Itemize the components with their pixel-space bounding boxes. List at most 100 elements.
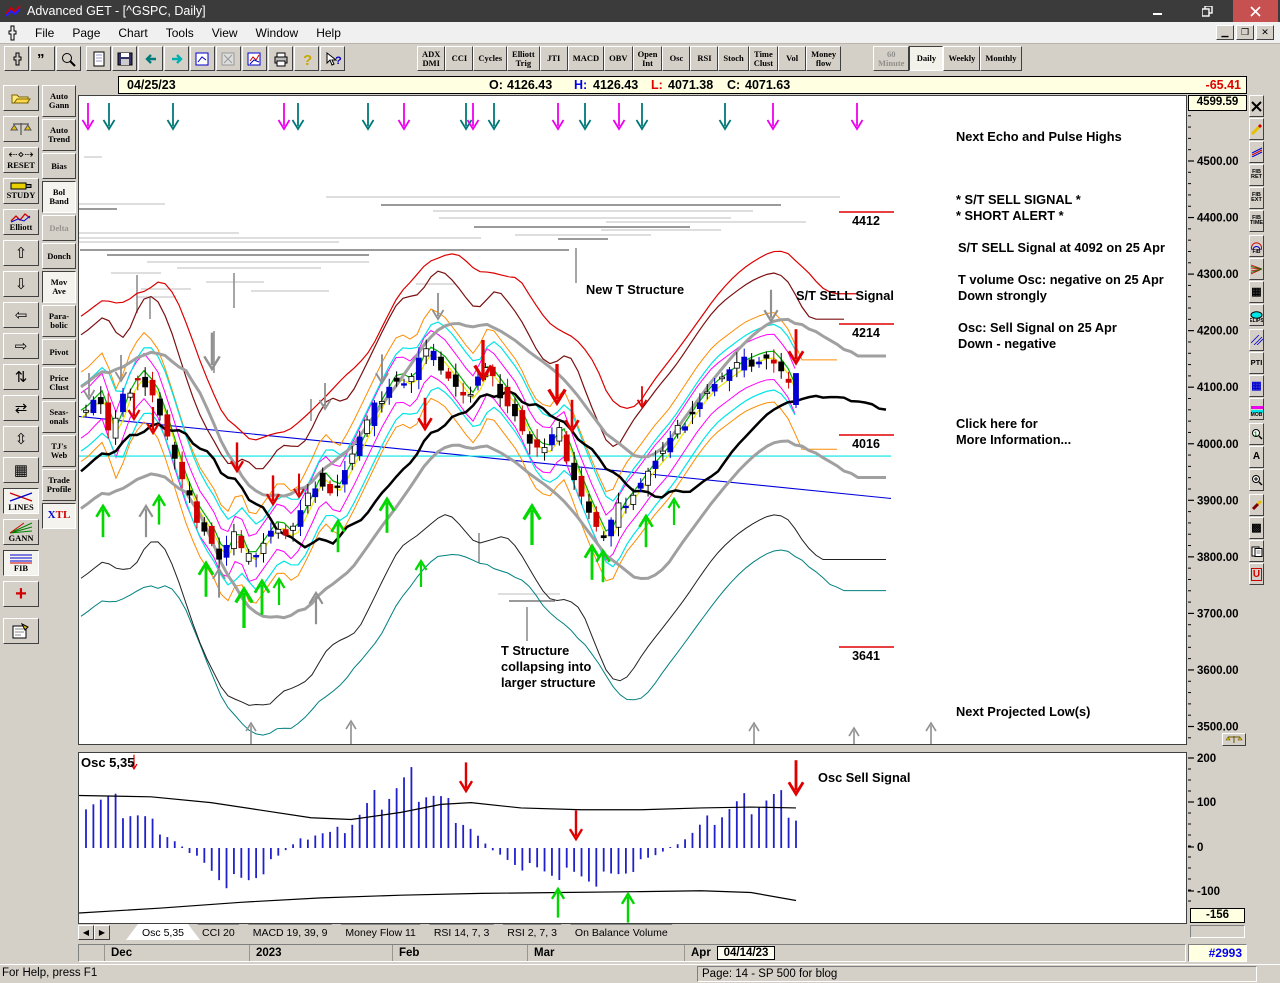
draw-fib-ext-button[interactable]: FIB EXT xyxy=(1249,187,1264,209)
tool-study-button[interactable]: STUDY xyxy=(3,178,39,204)
interval-daily[interactable]: Daily xyxy=(909,46,943,71)
tool-reset-button[interactable]: ⇠⋄⇢RESET xyxy=(3,147,39,173)
tab-rsi-14-7-3[interactable]: RSI 14, 7, 3 xyxy=(418,924,505,940)
oscillator-axis[interactable]: 2001000-100 -156 xyxy=(1188,752,1247,940)
tab-macd-19-39-9[interactable]: MACD 19, 39, 9 xyxy=(237,924,344,940)
tool-lines-button[interactable]: LINES xyxy=(3,488,39,514)
tab-rsi-2-7-3[interactable]: RSI 2, 7, 3 xyxy=(491,924,573,940)
study-money-flow[interactable]: Money flow xyxy=(806,46,841,71)
draw-text-button[interactable]: A xyxy=(1249,446,1264,468)
tool-arrow-right-button[interactable]: ⇨ xyxy=(3,333,39,359)
tab-osc-5-35[interactable]: Osc 5,35 xyxy=(126,924,200,940)
help-button[interactable]: ? xyxy=(294,46,319,71)
draw-brush-button[interactable] xyxy=(1249,494,1264,516)
main-chart[interactable]: 4412421440163641Next Echo and Pulse High… xyxy=(78,95,1187,745)
study-pivot[interactable]: Pivot xyxy=(42,339,76,365)
chart-sw-button[interactable] xyxy=(242,46,267,71)
interval-60-minute[interactable]: 60 Minute xyxy=(873,46,909,71)
interval-monthly[interactable]: Monthly xyxy=(980,46,1021,71)
child-restore-button[interactable]: ❒ xyxy=(1236,25,1254,40)
tab-scroll-left[interactable]: ◀ xyxy=(78,925,94,940)
draw-fan-button[interactable] xyxy=(1249,258,1264,280)
date-axis-boxed-date[interactable]: 04/14/23 xyxy=(717,946,775,960)
quotes-button[interactable]: ” xyxy=(30,46,55,71)
menu-page[interactable]: Page xyxy=(63,23,109,43)
study-elliott-trig[interactable]: Elliott Trig xyxy=(507,46,540,71)
study-obv[interactable]: OBV xyxy=(604,46,632,71)
study-auto-gann[interactable]: Auto Gann xyxy=(42,85,76,117)
tool-fit-button[interactable]: ⇳ xyxy=(3,426,39,452)
child-minimize-button[interactable]: ▁ xyxy=(1216,25,1234,40)
tool-properties-button[interactable] xyxy=(3,618,39,644)
study-stoch[interactable]: Stoch xyxy=(718,46,748,71)
draw-mob-button[interactable]: MOB xyxy=(1249,398,1264,420)
chart-x-button[interactable] xyxy=(216,46,241,71)
tool-arrow-down-button[interactable]: ⇩ xyxy=(3,271,39,297)
tab-scroll-right[interactable]: ▶ xyxy=(94,925,110,940)
tool-gann-button[interactable]: GANN xyxy=(3,519,39,545)
save-button[interactable] xyxy=(112,46,137,71)
draw-grid-button[interactable]: ▦ xyxy=(1249,281,1264,303)
chart-up-button[interactable] xyxy=(190,46,215,71)
draw-zoom-in-button[interactable] xyxy=(1249,469,1264,491)
study-jti[interactable]: JTI xyxy=(540,46,568,71)
study-open-int[interactable]: Open Int xyxy=(633,46,663,71)
study-price-clust[interactable]: Price Clust xyxy=(42,367,76,399)
tool-crosshair-button[interactable]: + xyxy=(3,581,39,607)
tab-on-balance-volume[interactable]: On Balance Volume xyxy=(559,924,684,940)
study-trade-profile[interactable]: Trade Profile xyxy=(42,469,76,501)
printer-button[interactable] xyxy=(268,46,293,71)
draw-pattern-button[interactable]: ▩ xyxy=(1249,517,1264,539)
tool-elliott-button[interactable]: Elliott xyxy=(3,209,39,235)
study-para--bolic[interactable]: Para- bolic xyxy=(42,305,76,337)
draw-fib-arc-button[interactable]: FIB xyxy=(1249,235,1264,257)
context-help-button[interactable]: ? xyxy=(320,46,345,71)
study-auto-trend[interactable]: Auto Trend xyxy=(42,119,76,151)
menu-chart[interactable]: Chart xyxy=(109,23,156,43)
tool-fib-button[interactable]: FIB xyxy=(3,550,39,576)
study-tj's-web[interactable]: TJ's Web xyxy=(42,435,76,467)
study-delta[interactable]: Delta xyxy=(42,215,76,241)
next-button[interactable] xyxy=(164,46,189,71)
study-donch[interactable]: Donch xyxy=(42,243,76,269)
draw-pencil-button[interactable] xyxy=(1249,118,1264,140)
menu-view[interactable]: View xyxy=(203,23,247,43)
axis-scales-button[interactable] xyxy=(1222,733,1246,746)
study-mov-ave[interactable]: Mov Ave xyxy=(42,271,76,303)
study-bias[interactable]: Bias xyxy=(42,153,76,179)
doc-button[interactable] xyxy=(86,46,111,71)
menu-tools[interactable]: Tools xyxy=(157,23,203,43)
pushpin-button[interactable] xyxy=(4,46,29,71)
tool-swap-v-button[interactable]: ⇅ xyxy=(3,364,39,390)
study-adx-dmi[interactable]: ADX DMI xyxy=(417,46,445,71)
interval-weekly[interactable]: Weekly xyxy=(943,46,980,71)
tab-money-flow-11[interactable]: Money Flow 11 xyxy=(329,924,431,940)
child-close-button[interactable]: ✕ xyxy=(1256,25,1274,40)
study-cycles[interactable]: Cycles xyxy=(473,46,507,71)
tool-scales-button[interactable] xyxy=(3,116,39,142)
tool-arrow-up-button[interactable]: ⇧ xyxy=(3,240,39,266)
tool-arrow-left-button[interactable]: ⇦ xyxy=(3,302,39,328)
menu-window[interactable]: Window xyxy=(247,23,308,43)
draw-pti-button[interactable]: PTI xyxy=(1249,352,1264,374)
study-seas--onals[interactable]: Seas- onals xyxy=(42,401,76,433)
price-axis[interactable]: 4599.59 4500.004400.004300.004200.004100… xyxy=(1188,95,1247,748)
study-xtl[interactable]: XTL xyxy=(42,503,76,529)
study-time-clust[interactable]: Time Clust xyxy=(749,46,778,71)
tool-swap-h-button[interactable]: ⇄ xyxy=(3,395,39,421)
draw-fib-time-button[interactable]: FIB TIME xyxy=(1249,210,1264,232)
prev-button[interactable] xyxy=(138,46,163,71)
study-osc[interactable]: Osc xyxy=(662,46,690,71)
draw-hatch-button[interactable] xyxy=(1249,329,1264,351)
date-axis[interactable]: 04/14/23 Dec2023FebMarApr xyxy=(78,944,1186,962)
menu-file[interactable]: File xyxy=(26,23,63,43)
menu-help[interactable]: Help xyxy=(307,23,350,43)
study-rsi[interactable]: RSI xyxy=(690,46,718,71)
study-macd[interactable]: MACD xyxy=(568,46,604,71)
draw-parallel-lines-button[interactable] xyxy=(1249,141,1264,163)
draw-magnet-button[interactable]: U xyxy=(1249,563,1264,585)
restore-button[interactable] xyxy=(1185,0,1230,22)
tool-open-button[interactable] xyxy=(3,85,39,111)
draw-grid-blue-button[interactable]: ▦ xyxy=(1249,375,1264,397)
minimize-button[interactable] xyxy=(1135,0,1180,22)
